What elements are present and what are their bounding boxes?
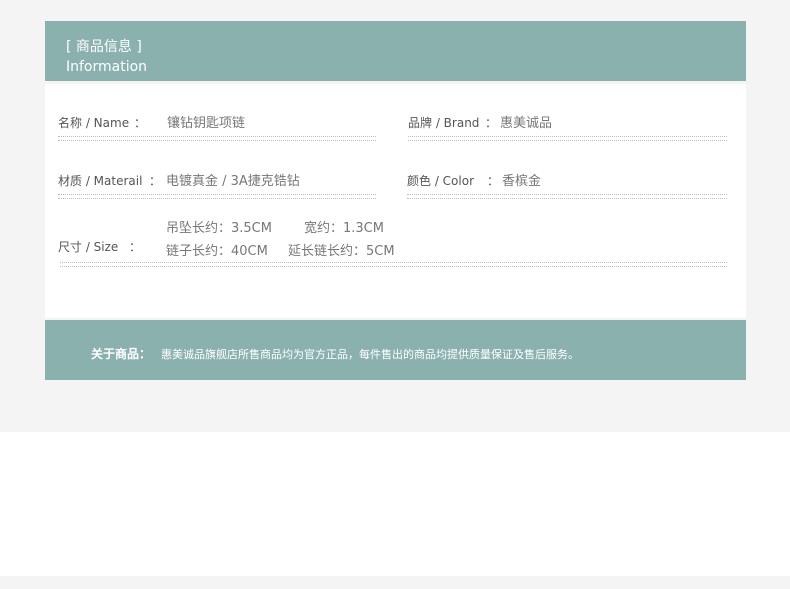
divider-material bbox=[58, 194, 376, 199]
divider-size bbox=[60, 262, 727, 267]
name-value: 镶钻钥匙项链 bbox=[167, 116, 246, 131]
header-title-cn: [ 商品信息 ] bbox=[66, 39, 142, 55]
info-header: [ 商品信息 ] Information bbox=[45, 21, 746, 81]
material-label: 材质 / Materail bbox=[58, 174, 143, 188]
bottom-strip bbox=[0, 576, 790, 589]
pendant-length: 吊坠长约：3.5CM bbox=[166, 221, 272, 236]
color-label: 颜色 / Color bbox=[407, 174, 475, 188]
name-label: 名称 / Name bbox=[58, 116, 130, 130]
brand-value: 惠美诚品 bbox=[500, 116, 553, 131]
header-title-en: Information bbox=[66, 59, 148, 75]
extension-length: 延长链长约：5CM bbox=[288, 244, 395, 259]
about-text: 惠美诚品旗舰店所售商品均为官方正品，每件售出的商品均提供质量保证及售后服务。 bbox=[161, 348, 579, 361]
about-label: 关于商品： bbox=[91, 347, 152, 361]
brand-colon: ： bbox=[485, 116, 498, 130]
info-table: 名称 / Name ： 镶钻钥匙项链 品牌 / Brand ： 惠美诚品 材质 … bbox=[45, 84, 746, 318]
size-label: 尺寸 / Size bbox=[58, 240, 119, 254]
pendant-width: 宽约：1.3CM bbox=[304, 221, 384, 236]
material-colon: ： bbox=[149, 174, 162, 188]
size-colon: ： bbox=[129, 240, 142, 254]
color-colon: ： bbox=[487, 174, 500, 188]
product-info-card: [ 商品信息 ] Information 名称 / Name ： 镶钻钥匙项链 … bbox=[45, 21, 746, 380]
brand-label: 品牌 / Brand bbox=[408, 116, 480, 130]
chain-length: 链子长约：40CM bbox=[166, 244, 268, 259]
name-colon: ： bbox=[134, 116, 147, 130]
about-product-bar: 关于商品： 惠美诚品旗舰店所售商品均为官方正品，每件售出的商品均提供质量保证及售… bbox=[45, 320, 746, 380]
material-value: 电镀真金 / 3A捷克锆钻 bbox=[166, 174, 300, 189]
divider-name bbox=[58, 136, 376, 141]
divider-brand bbox=[408, 136, 727, 141]
color-value: 香槟金 bbox=[502, 174, 542, 189]
divider-color bbox=[407, 194, 727, 199]
